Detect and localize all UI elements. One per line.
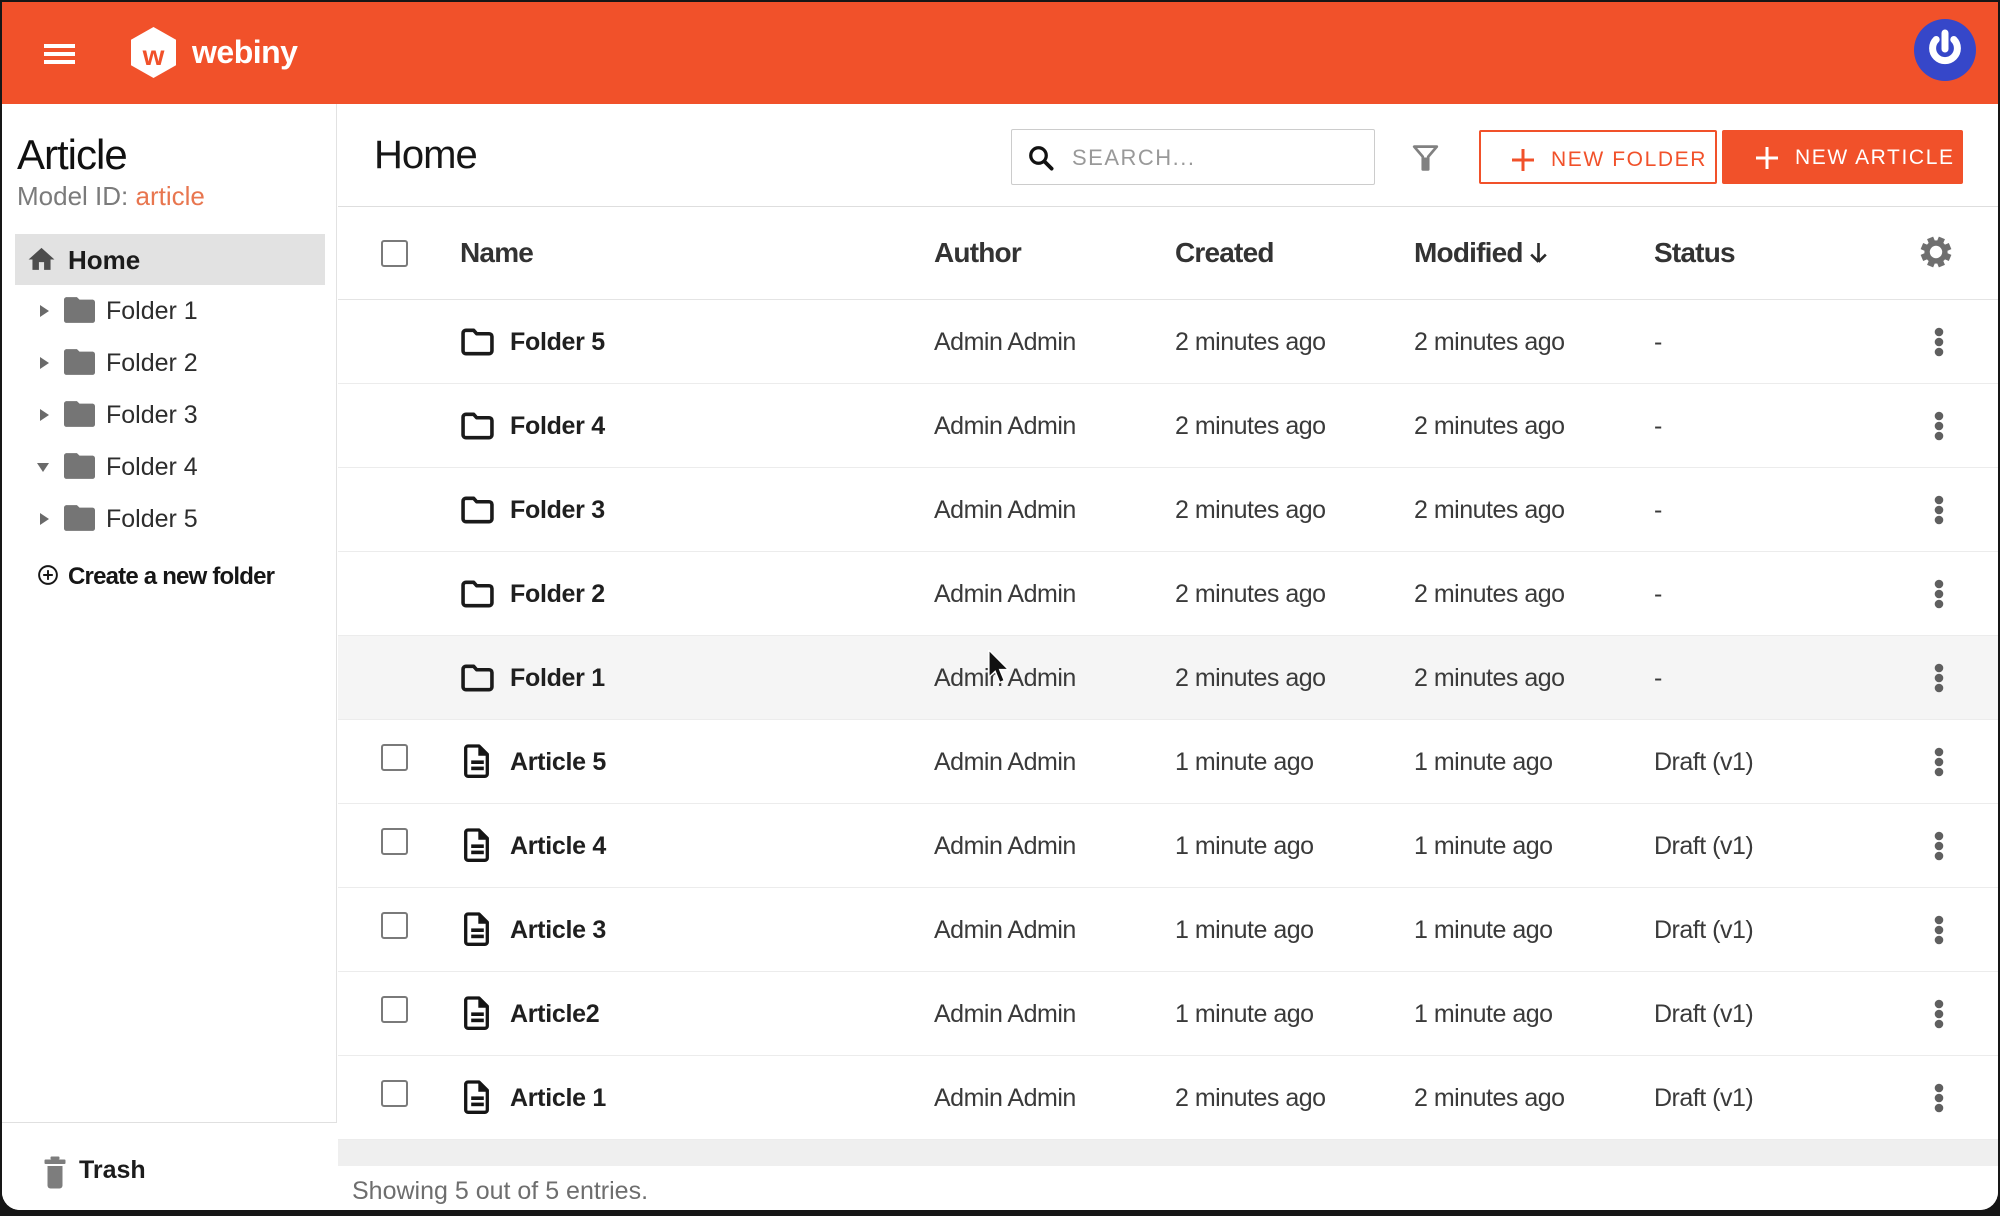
svg-text:w: w xyxy=(142,40,165,71)
